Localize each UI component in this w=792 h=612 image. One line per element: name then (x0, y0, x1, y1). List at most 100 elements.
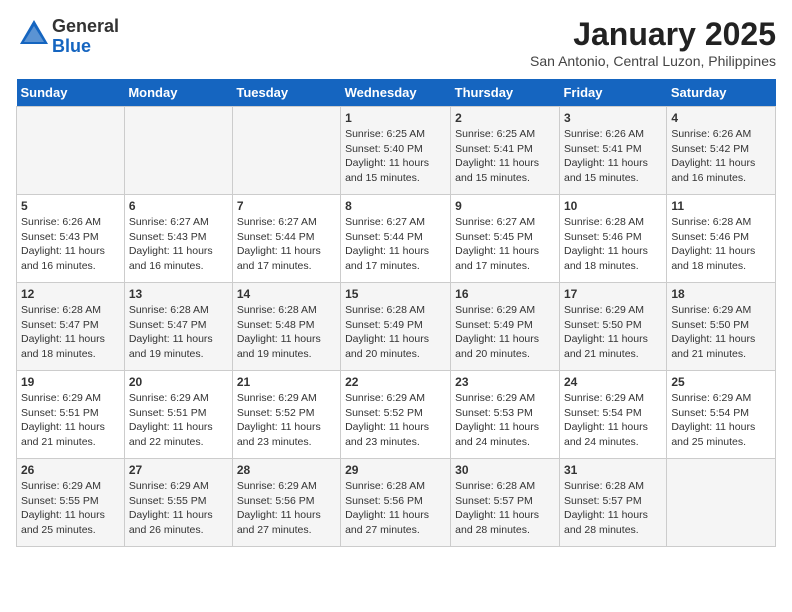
cell-content: Sunrise: 6:25 AM Sunset: 5:41 PM Dayligh… (455, 127, 555, 186)
day-number: 25 (671, 375, 771, 389)
day-number: 1 (345, 111, 446, 125)
cell-content: Sunrise: 6:27 AM Sunset: 5:44 PM Dayligh… (237, 215, 336, 274)
day-number: 6 (129, 199, 228, 213)
calendar-cell: 31 Sunrise: 6:28 AM Sunset: 5:57 PM Dayli… (559, 459, 666, 547)
cell-content: Sunrise: 6:26 AM Sunset: 5:41 PM Dayligh… (564, 127, 662, 186)
cell-content: Sunrise: 6:26 AM Sunset: 5:42 PM Dayligh… (671, 127, 771, 186)
day-number: 13 (129, 287, 228, 301)
calendar-cell: 28 Sunrise: 6:29 AM Sunset: 5:56 PM Dayli… (232, 459, 340, 547)
calendar-cell: 3 Sunrise: 6:26 AM Sunset: 5:41 PM Daylig… (559, 107, 666, 195)
calendar-cell (124, 107, 232, 195)
day-number: 14 (237, 287, 336, 301)
calendar-cell: 30Sunrise: 6:28 AM Sunset: 5:57 PM Dayli… (451, 459, 560, 547)
cell-content: Sunrise: 6:29 AM Sunset: 5:55 PM Dayligh… (129, 479, 228, 538)
calendar-week-row: 12 Sunrise: 6:28 AM Sunset: 5:47 PM Dayli… (17, 283, 776, 371)
cell-content: Sunrise: 6:29 AM Sunset: 5:52 PM Dayligh… (237, 391, 336, 450)
day-number: 8 (345, 199, 446, 213)
day-number: 5 (21, 199, 120, 213)
day-number: 3 (564, 111, 662, 125)
calendar-cell: 29 Sunrise: 6:28 AM Sunset: 5:56 PM Dayli… (341, 459, 451, 547)
month-title: January 2025 (530, 16, 776, 53)
day-number: 19 (21, 375, 120, 389)
cell-content: Sunrise: 6:27 AM Sunset: 5:43 PM Dayligh… (129, 215, 228, 274)
day-number: 12 (21, 287, 120, 301)
day-number: 10 (564, 199, 662, 213)
day-header-friday: Friday (559, 79, 666, 107)
cell-content: Sunrise: 6:28 AM Sunset: 5:47 PM Dayligh… (21, 303, 120, 362)
day-header-tuesday: Tuesday (232, 79, 340, 107)
day-number: 26 (21, 463, 120, 477)
cell-content: Sunrise: 6:29 AM Sunset: 5:51 PM Dayligh… (21, 391, 120, 450)
day-number: 2 (455, 111, 555, 125)
day-number: 21 (237, 375, 336, 389)
day-number: 23 (455, 375, 555, 389)
page-header: General Blue January 2025 San Antonio, C… (16, 16, 776, 69)
cell-content: Sunrise: 6:28 AM Sunset: 5:46 PM Dayligh… (564, 215, 662, 274)
day-number: 29 (345, 463, 446, 477)
day-header-sunday: Sunday (17, 79, 125, 107)
calendar-cell: 13 Sunrise: 6:28 AM Sunset: 5:47 PM Dayli… (124, 283, 232, 371)
day-number: 16 (455, 287, 555, 301)
cell-content: Sunrise: 6:29 AM Sunset: 5:55 PM Dayligh… (21, 479, 120, 538)
calendar-cell: 10 Sunrise: 6:28 AM Sunset: 5:46 PM Dayli… (559, 195, 666, 283)
cell-content: Sunrise: 6:29 AM Sunset: 5:50 PM Dayligh… (671, 303, 771, 362)
calendar-cell: 15Sunrise: 6:28 AM Sunset: 5:49 PM Dayli… (341, 283, 451, 371)
cell-content: Sunrise: 6:28 AM Sunset: 5:46 PM Dayligh… (671, 215, 771, 274)
day-number: 7 (237, 199, 336, 213)
day-number: 15 (345, 287, 446, 301)
calendar-cell: 22Sunrise: 6:29 AM Sunset: 5:52 PM Dayli… (341, 371, 451, 459)
day-number: 31 (564, 463, 662, 477)
calendar-cell: 25 Sunrise: 6:29 AM Sunset: 5:54 PM Dayli… (667, 371, 776, 459)
calendar-cell (232, 107, 340, 195)
cell-content: Sunrise: 6:28 AM Sunset: 5:56 PM Dayligh… (345, 479, 446, 538)
calendar-week-row: 5 Sunrise: 6:26 AM Sunset: 5:43 PM Daylig… (17, 195, 776, 283)
day-number: 18 (671, 287, 771, 301)
cell-content: Sunrise: 6:29 AM Sunset: 5:54 PM Dayligh… (671, 391, 771, 450)
cell-content: Sunrise: 6:29 AM Sunset: 5:56 PM Dayligh… (237, 479, 336, 538)
calendar-cell: 16 Sunrise: 6:29 AM Sunset: 5:49 PM Dayli… (451, 283, 560, 371)
calendar-table: SundayMondayTuesdayWednesdayThursdayFrid… (16, 79, 776, 547)
calendar-cell: 23Sunrise: 6:29 AM Sunset: 5:53 PM Dayli… (451, 371, 560, 459)
cell-content: Sunrise: 6:29 AM Sunset: 5:54 PM Dayligh… (564, 391, 662, 450)
day-number: 17 (564, 287, 662, 301)
calendar-cell: 19 Sunrise: 6:29 AM Sunset: 5:51 PM Dayli… (17, 371, 125, 459)
cell-content: Sunrise: 6:29 AM Sunset: 5:49 PM Dayligh… (455, 303, 555, 362)
cell-content: Sunrise: 6:29 AM Sunset: 5:51 PM Dayligh… (129, 391, 228, 450)
cell-content: Sunrise: 6:28 AM Sunset: 5:47 PM Dayligh… (129, 303, 228, 362)
cell-content: Sunrise: 6:27 AM Sunset: 5:45 PM Dayligh… (455, 215, 555, 274)
calendar-cell: 9 Sunrise: 6:27 AM Sunset: 5:45 PM Daylig… (451, 195, 560, 283)
day-number: 9 (455, 199, 555, 213)
calendar-cell (667, 459, 776, 547)
day-number: 11 (671, 199, 771, 213)
title-block: January 2025 San Antonio, Central Luzon,… (530, 16, 776, 69)
day-number: 28 (237, 463, 336, 477)
logo-general: General (52, 16, 119, 36)
calendar-cell: 18 Sunrise: 6:29 AM Sunset: 5:50 PM Dayli… (667, 283, 776, 371)
calendar-header-row: SundayMondayTuesdayWednesdayThursdayFrid… (17, 79, 776, 107)
logo-text: General Blue (52, 17, 119, 57)
calendar-cell: 5 Sunrise: 6:26 AM Sunset: 5:43 PM Daylig… (17, 195, 125, 283)
calendar-cell: 2 Sunrise: 6:25 AM Sunset: 5:41 PM Daylig… (451, 107, 560, 195)
day-header-saturday: Saturday (667, 79, 776, 107)
day-number: 20 (129, 375, 228, 389)
calendar-cell: 4 Sunrise: 6:26 AM Sunset: 5:42 PM Daylig… (667, 107, 776, 195)
calendar-week-row: 26 Sunrise: 6:29 AM Sunset: 5:55 PM Dayli… (17, 459, 776, 547)
day-header-wednesday: Wednesday (341, 79, 451, 107)
calendar-cell: 1Sunrise: 6:25 AM Sunset: 5:40 PM Daylig… (341, 107, 451, 195)
cell-content: Sunrise: 6:28 AM Sunset: 5:57 PM Dayligh… (564, 479, 662, 538)
calendar-cell: 26 Sunrise: 6:29 AM Sunset: 5:55 PM Dayli… (17, 459, 125, 547)
calendar-cell: 6 Sunrise: 6:27 AM Sunset: 5:43 PM Daylig… (124, 195, 232, 283)
cell-content: Sunrise: 6:26 AM Sunset: 5:43 PM Dayligh… (21, 215, 120, 274)
cell-content: Sunrise: 6:27 AM Sunset: 5:44 PM Dayligh… (345, 215, 446, 274)
cell-content: Sunrise: 6:28 AM Sunset: 5:57 PM Dayligh… (455, 479, 555, 538)
logo-blue: Blue (52, 36, 91, 56)
calendar-cell: 24Sunrise: 6:29 AM Sunset: 5:54 PM Dayli… (559, 371, 666, 459)
calendar-cell (17, 107, 125, 195)
day-number: 4 (671, 111, 771, 125)
location: San Antonio, Central Luzon, Philippines (530, 53, 776, 69)
calendar-cell: 11 Sunrise: 6:28 AM Sunset: 5:46 PM Dayli… (667, 195, 776, 283)
calendar-cell: 14Sunrise: 6:28 AM Sunset: 5:48 PM Dayli… (232, 283, 340, 371)
calendar-cell: 8 Sunrise: 6:27 AM Sunset: 5:44 PM Daylig… (341, 195, 451, 283)
day-header-thursday: Thursday (451, 79, 560, 107)
calendar-week-row: 19 Sunrise: 6:29 AM Sunset: 5:51 PM Dayli… (17, 371, 776, 459)
